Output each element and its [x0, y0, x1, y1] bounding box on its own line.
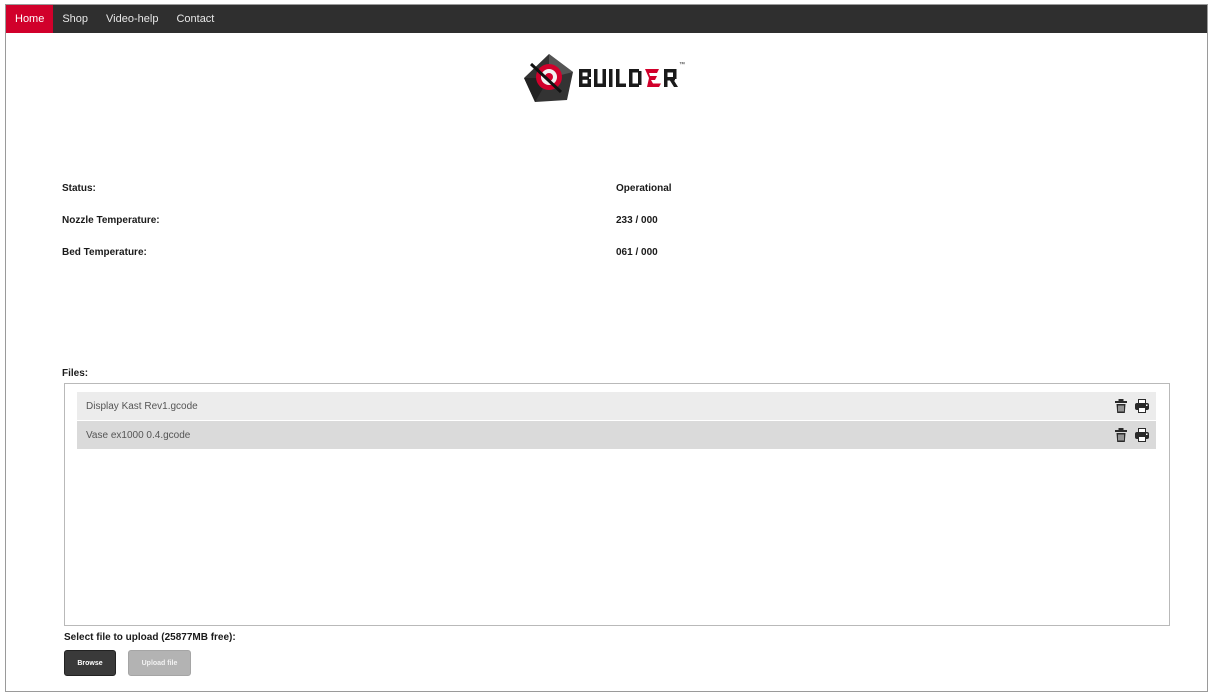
- nozzle-temperature-value: 233 / 000: [616, 215, 658, 226]
- file-actions: [1113, 427, 1156, 443]
- file-name: Display Kast Rev1.gcode: [86, 400, 198, 412]
- trash-icon[interactable]: [1113, 398, 1129, 414]
- files-label: Files:: [62, 368, 89, 379]
- logo-wordmark-r: [664, 69, 678, 87]
- status-value: Operational: [616, 183, 672, 194]
- status-label: Status:: [62, 183, 96, 194]
- top-navbar: Home Shop Video-help Contact: [6, 5, 1207, 33]
- printer-icon[interactable]: [1134, 427, 1150, 443]
- file-list-item[interactable]: Display Kast Rev1.gcode: [77, 392, 1156, 420]
- nozzle-temperature-label: Nozzle Temperature:: [62, 215, 160, 226]
- trash-icon[interactable]: [1113, 427, 1129, 443]
- nav-video-help[interactable]: Video-help: [97, 5, 167, 33]
- app-window: Home Shop Video-help Contact ™ Status: O…: [5, 4, 1208, 692]
- cube-logo-icon: [524, 54, 573, 102]
- file-list: Display Kast Rev1.gcode Vase ex1000 0.4.…: [64, 383, 1170, 626]
- bed-temperature-label: Bed Temperature:: [62, 247, 147, 258]
- file-list-item[interactable]: Vase ex1000 0.4.gcode: [77, 421, 1156, 449]
- nav-home[interactable]: Home: [6, 5, 54, 33]
- upload-label: Select file to upload (25877MB free):: [64, 632, 236, 643]
- printer-icon[interactable]: [1134, 398, 1150, 414]
- nav-shop[interactable]: Shop: [53, 5, 97, 33]
- builder-logo: ™: [524, 54, 685, 102]
- bed-temperature-value: 061 / 000: [616, 247, 658, 258]
- nav-contact[interactable]: Contact: [167, 5, 223, 33]
- trademark-symbol: ™: [679, 61, 685, 68]
- file-name: Vase ex1000 0.4.gcode: [86, 429, 191, 441]
- logo-red-e: [645, 69, 661, 87]
- browse-button[interactable]: Browse: [64, 650, 116, 676]
- file-actions: [1113, 398, 1156, 414]
- upload-file-button[interactable]: Upload file: [128, 650, 191, 676]
- logo-wordmark: [579, 69, 642, 87]
